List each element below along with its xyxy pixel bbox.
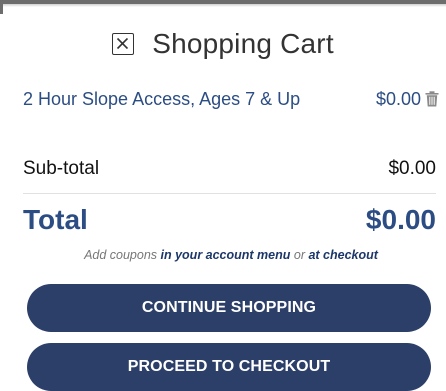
coupon-note-or: or [290,248,309,262]
continue-shopping-button[interactable]: CONTINUE SHOPPING [27,284,431,332]
proceed-to-checkout-button[interactable]: PROCEED TO CHECKOUT [27,343,431,391]
close-x-glyph [117,37,129,50]
cart-header: Shopping Cart [0,24,446,64]
close-box-icon[interactable] [112,33,135,55]
subtotal-value: $0.00 [388,158,436,179]
coupon-note: Add coupons in your account menu or at c… [0,248,446,262]
total-label: Total [23,204,88,235]
item-name-link[interactable]: 2 Hour Slope Access, Ages 7 & Up [23,86,323,112]
cart-title: Shopping Cart [152,28,334,59]
checkout-link[interactable]: at checkout [308,248,377,262]
divider [23,193,436,194]
subtotal-row: Sub-total $0.00 [23,158,436,186]
shopping-cart-panel: Shopping Cart 2 Hour Slope Access, Ages … [0,0,446,391]
account-menu-link[interactable]: in your account menu [161,248,291,262]
total-row: Total $0.00 [23,204,436,240]
total-value: $0.00 [365,204,436,235]
item-price: $0.00 [375,89,421,109]
coupon-note-prefix: Add coupons [84,248,161,262]
subtotal-label: Sub-total [23,158,100,179]
window-left-edge [0,0,3,14]
window-top-shadow [0,4,446,7]
trash-icon[interactable] [425,91,439,107]
